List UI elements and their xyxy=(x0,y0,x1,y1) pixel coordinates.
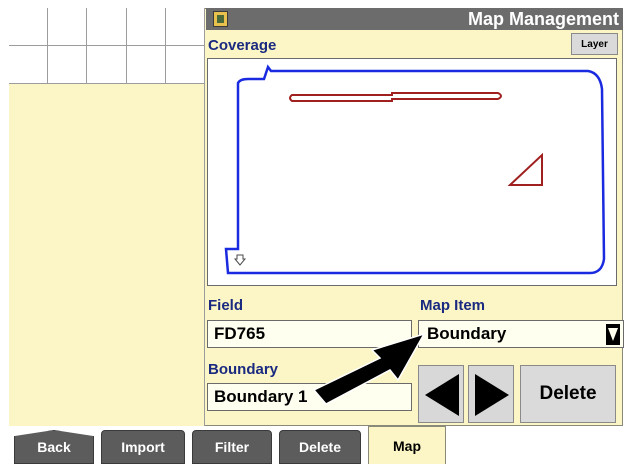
delete-button[interactable]: Delete xyxy=(520,365,616,423)
tab-map[interactable]: Map xyxy=(368,426,446,464)
chevron-down-icon xyxy=(606,324,620,345)
obstacle-strip xyxy=(289,92,502,102)
field-boundary xyxy=(224,64,606,275)
grid-cell[interactable] xyxy=(165,46,205,84)
grid-cell[interactable] xyxy=(87,46,127,84)
pointer-arrow-icon xyxy=(312,332,426,405)
map-item-value: Boundary xyxy=(427,324,507,343)
map-item-label: Map Item xyxy=(420,297,486,314)
layer-button[interactable]: Layer xyxy=(571,33,618,55)
map-item-dropdown[interactable]: Boundary xyxy=(418,320,624,348)
grid-cell[interactable] xyxy=(165,8,205,46)
coverage-label: Coverage xyxy=(208,37,277,54)
grid-cell[interactable] xyxy=(126,46,166,84)
grid-cell[interactable] xyxy=(48,46,88,84)
tab-import[interactable]: Import xyxy=(101,430,185,464)
grid-cell[interactable] xyxy=(9,46,49,84)
field-label: Field xyxy=(208,297,244,314)
map-canvas xyxy=(224,64,606,275)
grid-cell[interactable] xyxy=(9,8,49,46)
boundary-label: Boundary xyxy=(208,361,279,378)
tab-back[interactable]: Back xyxy=(14,430,94,464)
shortcut-grid xyxy=(9,8,205,84)
vehicle-arrow-icon xyxy=(233,254,247,266)
title-bar: Map Management xyxy=(206,8,623,30)
coverage-map[interactable] xyxy=(207,58,617,286)
grid-cell[interactable] xyxy=(126,8,166,46)
grid-cell[interactable] xyxy=(48,8,88,46)
display-icon xyxy=(213,11,228,27)
left-panel xyxy=(9,84,205,426)
tab-delete[interactable]: Delete xyxy=(279,430,361,464)
window-title: Map Management xyxy=(467,9,619,29)
arrow-right-icon xyxy=(475,374,509,416)
tab-filter[interactable]: Filter xyxy=(192,430,272,464)
next-button[interactable] xyxy=(468,365,514,423)
obstacle-triangle xyxy=(507,152,543,186)
grid-cell[interactable] xyxy=(87,8,127,46)
